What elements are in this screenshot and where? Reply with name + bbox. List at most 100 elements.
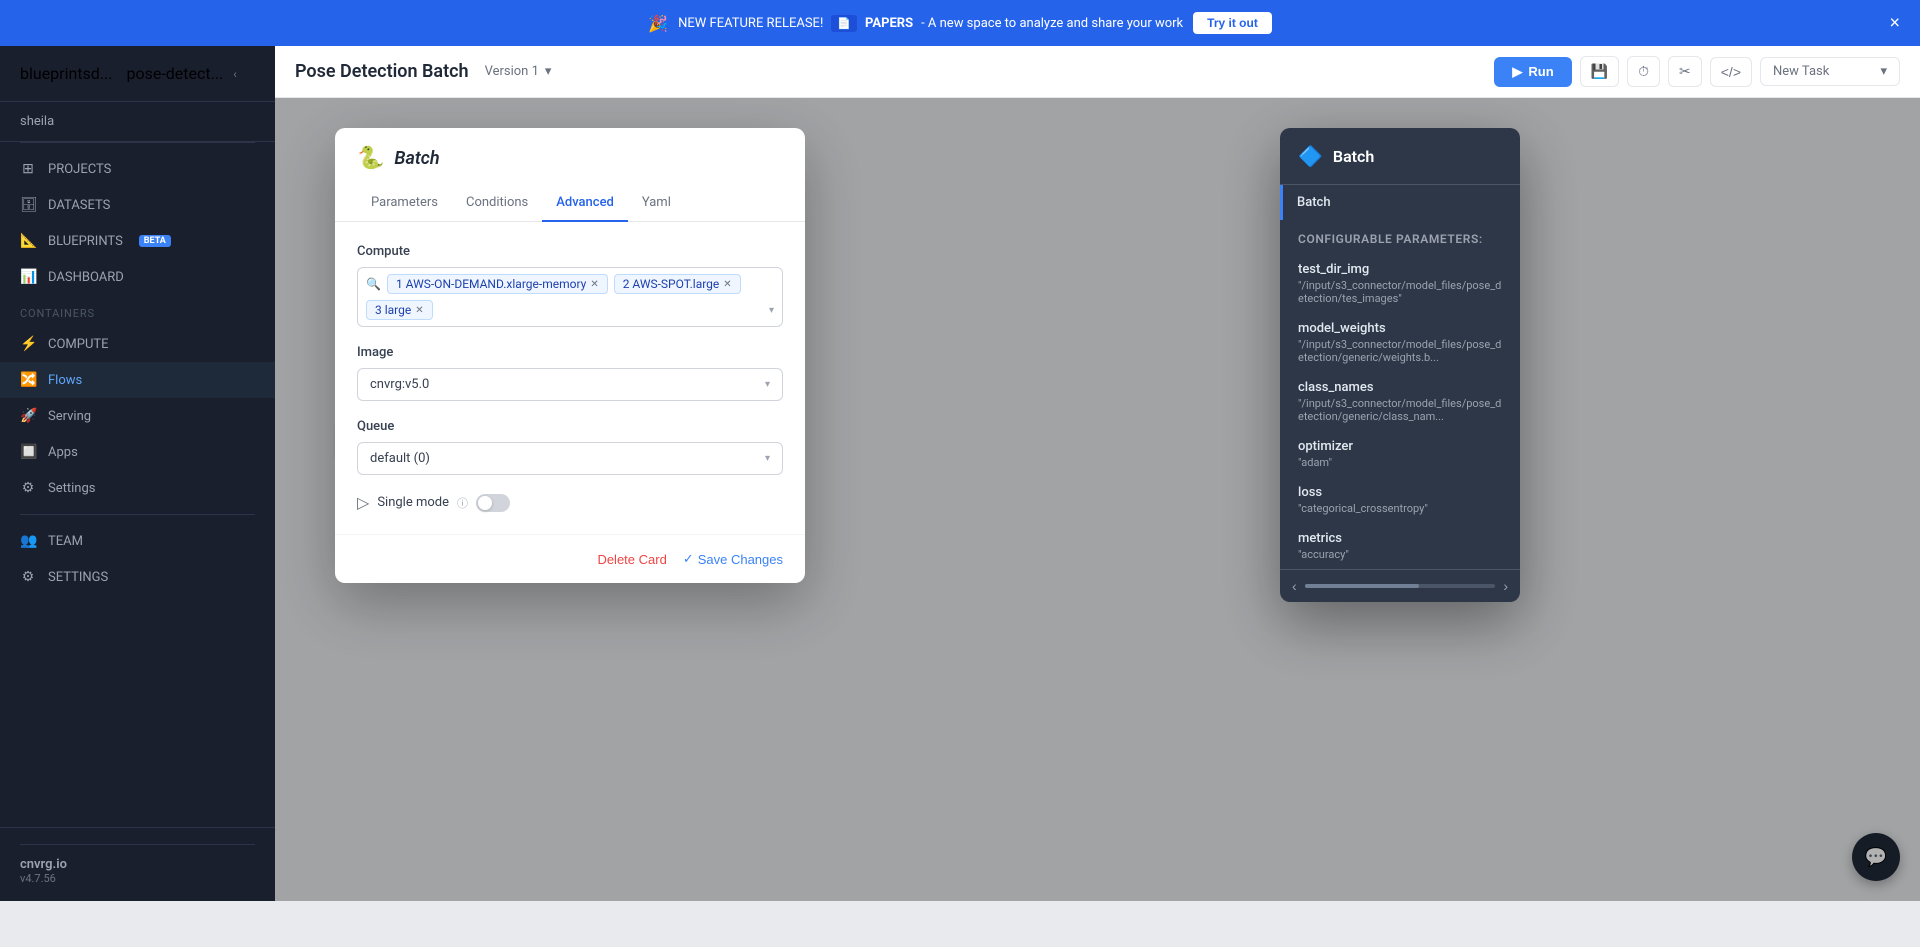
try-it-button[interactable]: Try it out (1193, 12, 1272, 34)
single-mode-info-icon[interactable]: ⓘ (457, 495, 468, 511)
param-value-4: "categorical_crossentropy" (1298, 502, 1502, 515)
sidebar-item-blueprints[interactable]: 📐 BLUEPRINTS BETA (0, 223, 275, 259)
brand-name: blueprintsd... (20, 64, 112, 83)
batch-modal-footer: Delete Card ✓ Save Changes (335, 534, 805, 583)
compute-tags-field[interactable]: 🔍 1 AWS-ON-DEMAND.xlarge-memory ✕ 2 AWS-… (357, 267, 783, 327)
compute-tag-1-text: 1 AWS-ON-DEMAND.xlarge-memory (396, 277, 586, 291)
single-mode-row: ▷ Single mode ⓘ (357, 493, 783, 512)
toolbar-actions: ▶ Run 💾 ⏱ ✂ </> New Task ▾ (1494, 56, 1900, 87)
blueprints-icon: 📐 (20, 233, 36, 249)
batch-modal-tabs: Parameters Conditions Advanced Yaml (335, 185, 805, 222)
image-chevron-icon: ▾ (765, 379, 770, 390)
panel-prev-button[interactable]: ‹ (1292, 578, 1297, 594)
param-test-dir-img: test_dir_img "/input/s3_connector/model_… (1280, 254, 1520, 313)
settings2-icon: ⚙ (20, 569, 36, 585)
sidebar-label-serving: Serving (48, 409, 91, 424)
sidebar-item-datasets[interactable]: 🗄 DATASETS (0, 187, 275, 223)
image-field-group: Image cnvrg:v5.0 ▾ (357, 345, 783, 401)
sidebar-item-settings[interactable]: ⚙ Settings (0, 470, 275, 506)
notification-close-button[interactable]: × (1889, 13, 1900, 34)
sidebar-item-flows[interactable]: 🔀 Flows (0, 362, 275, 398)
panel-section: Batch (1280, 185, 1520, 220)
param-loss: loss "categorical_crossentropy" (1280, 477, 1520, 523)
sidebar-item-serving[interactable]: 🚀 Serving (0, 398, 275, 434)
play-small-icon: ▷ (357, 493, 369, 512)
notification-description: - A new space to analyze and share your … (921, 16, 1183, 31)
delete-card-button[interactable]: Delete Card (597, 552, 666, 567)
compute-tag-1[interactable]: 1 AWS-ON-DEMAND.xlarge-memory ✕ (387, 274, 608, 294)
param-name-5: metrics (1298, 531, 1502, 546)
sidebar-item-team[interactable]: 👥 TEAM (0, 523, 275, 559)
sidebar-label-settings2: SETTINGS (48, 570, 108, 585)
sidebar-item-projects[interactable]: ⊞ PROJECTS (0, 151, 275, 187)
version-chevron-icon: ▾ (545, 64, 552, 79)
compute-tag-1-remove[interactable]: ✕ (590, 279, 598, 290)
sidebar-item-compute[interactable]: ⚡ COMPUTE (0, 326, 275, 362)
code-button[interactable]: </> (1710, 57, 1752, 87)
party-icon: 🎉 (648, 14, 668, 33)
team-icon: 👥 (20, 533, 36, 549)
queue-chevron-icon: ▾ (765, 453, 770, 464)
compute-tag-3-remove[interactable]: ✕ (415, 305, 423, 316)
compute-tag-2-text: 2 AWS-SPOT.large (623, 277, 720, 291)
sidebar-item-apps[interactable]: 🔲 Apps (0, 434, 275, 470)
batch-modal-body: Compute 🔍 1 AWS-ON-DEMAND.xlarge-memory … (335, 222, 805, 534)
panel-title: Batch (1333, 147, 1374, 166)
sidebar-footer: cnvrg.io v4.7.56 (0, 827, 275, 901)
save-toolbar-button[interactable]: 💾 (1580, 56, 1619, 87)
new-task-dropdown[interactable]: New Task ▾ (1760, 57, 1900, 86)
sidebar: blueprintsd... pose-detect... ‹ sheila ⊞… (0, 46, 275, 901)
blueprints-badge: BETA (139, 235, 171, 247)
panel-header: 🔷 Batch (1280, 128, 1520, 185)
notification-text: NEW FEATURE RELEASE! 📄 PAPERS - A new sp… (678, 15, 1183, 32)
sidebar-label-projects: PROJECTS (48, 162, 111, 177)
compute-tag-3[interactable]: 3 large ✕ (366, 300, 433, 320)
sidebar-item-settings2[interactable]: ⚙ SETTINGS (0, 559, 275, 595)
queue-field-group: Queue default (0) ▾ (357, 419, 783, 475)
collapse-icon[interactable]: ‹ (233, 67, 237, 81)
compute-tag-2-remove[interactable]: ✕ (723, 279, 731, 290)
dashboard-icon: 📊 (20, 269, 36, 285)
compute-icon: ⚡ (20, 336, 36, 352)
run-button[interactable]: ▶ Run (1494, 57, 1571, 87)
serving-icon: 🚀 (20, 408, 36, 424)
papers-label: PAPERS (865, 16, 913, 31)
param-class-names: class_names "/input/s3_connector/model_f… (1280, 372, 1520, 431)
version-selector[interactable]: Version 1 ▾ (485, 64, 552, 79)
sidebar-domain: cnvrg.io (20, 857, 255, 872)
sidebar-label-compute: COMPUTE (48, 337, 109, 352)
main-toolbar: Pose Detection Batch Version 1 ▾ ▶ Run 💾… (275, 46, 1920, 98)
single-mode-label: Single mode (377, 495, 449, 510)
queue-select[interactable]: default (0) ▾ (357, 442, 783, 475)
tab-yaml[interactable]: Yaml (628, 185, 685, 222)
apps-icon: 🔲 (20, 444, 36, 460)
param-value-0: "/input/s3_connector/model_files/pose_de… (1298, 279, 1502, 305)
sidebar-brand[interactable]: blueprintsd... pose-detect... ‹ (0, 46, 275, 102)
tab-conditions[interactable]: Conditions (452, 185, 542, 222)
compute-label: Compute (357, 244, 783, 259)
compute-field-group: Compute 🔍 1 AWS-ON-DEMAND.xlarge-memory … (357, 244, 783, 327)
workspace-name: pose-detect... (126, 64, 223, 83)
sidebar-item-dashboard[interactable]: 📊 DASHBOARD (0, 259, 275, 295)
panel-params-list: test_dir_img "/input/s3_connector/model_… (1280, 254, 1520, 569)
sidebar-label-flows: Flows (48, 373, 82, 388)
compute-tag-2[interactable]: 2 AWS-SPOT.large ✕ (614, 274, 741, 294)
panel-next-button[interactable]: › (1503, 578, 1508, 594)
sidebar-label-blueprints: BLUEPRINTS (48, 234, 123, 249)
sidebar-label-apps: Apps (48, 445, 78, 460)
new-task-chevron-icon: ▾ (1880, 64, 1887, 79)
settings-toolbar-button[interactable]: ✂ (1668, 56, 1702, 87)
param-value-3: "adam" (1298, 456, 1502, 469)
save-changes-button[interactable]: ✓ Save Changes (683, 551, 783, 567)
schedule-button[interactable]: ⏱ (1627, 56, 1660, 87)
python-icon: 🐍 (357, 146, 384, 171)
param-name-2: class_names (1298, 380, 1502, 395)
tab-parameters[interactable]: Parameters (357, 185, 452, 222)
image-select[interactable]: cnvrg:v5.0 ▾ (357, 368, 783, 401)
sidebar-label-datasets: DATASETS (48, 198, 110, 213)
queue-label: Queue (357, 419, 783, 434)
single-mode-toggle[interactable] (476, 494, 510, 512)
new-task-label: New Task (1773, 64, 1829, 79)
tab-advanced[interactable]: Advanced (542, 185, 628, 222)
new-feature-label: NEW FEATURE RELEASE! (678, 16, 823, 31)
